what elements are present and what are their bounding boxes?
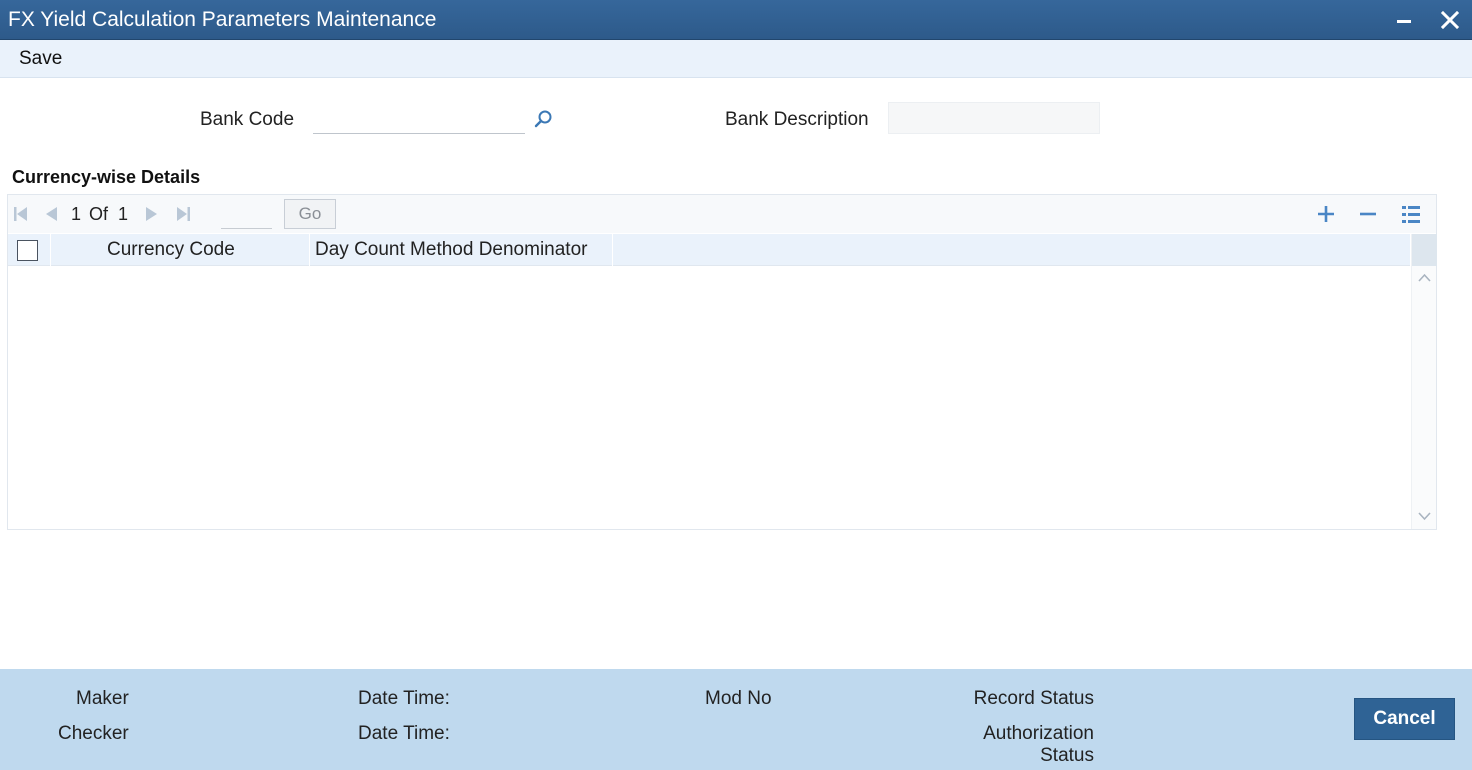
bank-description-input[interactable] [888,102,1100,134]
column-divider [612,234,613,266]
add-row-icon[interactable] [1315,203,1337,225]
maker-label: Maker [76,688,129,709]
page-number-input[interactable] [221,200,272,229]
save-button[interactable]: Save [19,48,62,70]
window-title: FX Yield Calculation Parameters Maintena… [8,7,437,31]
column-divider [50,234,51,266]
delete-row-icon[interactable] [1357,203,1379,225]
column-header-day-count-method-denominator[interactable]: Day Count Method Denominator [315,239,587,261]
next-page-icon[interactable] [143,205,161,223]
authorization-status-label: Authorization Status [983,723,1094,766]
currency-wise-details-heading: Currency-wise Details [12,167,201,187]
checker-date-time-label: Date Time: [358,723,450,744]
currency-details-grid: 1 Of 1 Go Currency Code Day Count Method… [7,194,1437,530]
previous-page-icon[interactable] [42,205,60,223]
record-status-label: Record Status [973,688,1094,709]
close-button[interactable] [1432,0,1468,40]
bank-code-label: Bank Code [200,109,295,130]
title-bar: FX Yield Calculation Parameters Maintena… [0,0,1472,40]
close-icon [1441,11,1459,29]
select-all-checkbox[interactable] [17,240,38,261]
page-of-label: Of [89,204,109,224]
go-button[interactable]: Go [284,199,336,229]
column-settings-icon[interactable] [1400,203,1422,225]
bank-code-input[interactable] [313,103,525,134]
first-page-icon[interactable] [12,205,30,223]
column-header-currency-code[interactable]: Currency Code [107,239,235,261]
total-pages: 1 [118,204,129,224]
search-icon[interactable] [532,108,554,130]
minimize-icon [1397,19,1411,23]
toolbar: Save [0,40,1472,78]
scroll-down-icon[interactable] [1417,510,1432,522]
scroll-up-icon[interactable] [1417,272,1432,284]
cancel-button[interactable]: Cancel [1354,698,1455,740]
mod-no-label: Mod No [705,688,772,709]
last-page-icon[interactable] [174,205,192,223]
column-divider [309,234,310,266]
bank-description-label: Bank Description [725,109,869,130]
checker-label: Checker [58,723,129,744]
grid-header-row: Currency Code Day Count Method Denominat… [8,234,1410,266]
scrollbar-header-block [1412,234,1437,266]
audit-footer: Maker Checker Date Time: Date Time: Mod … [0,669,1472,770]
grid-toolbar: 1 Of 1 Go [8,195,1436,233]
minimize-button[interactable] [1386,0,1422,40]
grid-vertical-scrollbar[interactable] [1411,234,1437,529]
current-page: 1 [71,204,82,224]
maker-date-time-label: Date Time: [358,688,450,709]
